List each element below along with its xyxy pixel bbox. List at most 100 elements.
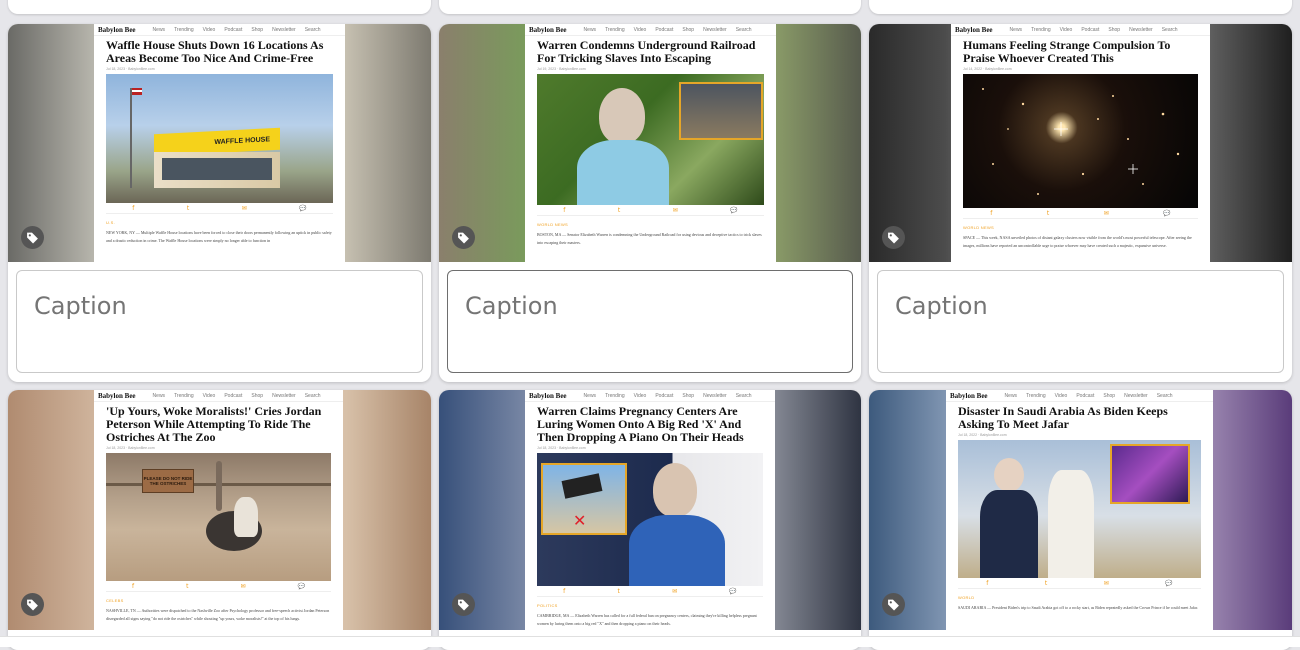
article-photo: ✕: [537, 453, 763, 586]
card-thumbnail[interactable]: Babylon Bee News Trending Video Podcast …: [439, 24, 861, 262]
site-navbar: Babylon Bee News Trending Video Podcast …: [525, 24, 776, 36]
nav-item-news: News: [1009, 26, 1023, 33]
share-row: f t ✉ 💬: [106, 203, 333, 214]
comment-icon[interactable]: 💬: [1163, 210, 1170, 217]
sign-text: PLEASE DO NOT RIDE THE OSTRICHES: [143, 476, 193, 486]
image-card[interactable]: Babylon Bee News Trending Video Podcast …: [8, 24, 431, 382]
article-body: BOSTON, MA — Senator Elizabeth Warren is…: [537, 232, 762, 245]
article-screenshot: Babylon Bee News Trending Video Podcast …: [94, 390, 343, 630]
nav-item-newsletter: Newsletter: [1129, 26, 1153, 33]
comment-icon[interactable]: 💬: [729, 588, 736, 595]
facebook-icon[interactable]: f: [563, 588, 565, 595]
article-photo: [958, 440, 1201, 578]
email-icon[interactable]: ✉: [1104, 210, 1109, 217]
article-photo: PLEASE DO NOT RIDE THE OSTRICHES: [106, 453, 331, 581]
twitter-icon[interactable]: t: [186, 583, 188, 590]
email-icon[interactable]: ✉: [1104, 580, 1109, 587]
card-thumbnail[interactable]: Babylon Bee News Trending Video Podcast …: [869, 390, 1292, 630]
image-card[interactable]: Babylon Bee News Trending Video Podcast …: [8, 390, 431, 650]
nav-item-trending: Trending: [174, 26, 194, 33]
email-icon[interactable]: ✉: [672, 588, 677, 595]
image-card[interactable]: Babylon Bee News Trending Video Podcast …: [869, 390, 1292, 650]
tag-icon[interactable]: [452, 226, 475, 249]
twitter-icon[interactable]: t: [618, 207, 620, 214]
caption-input[interactable]: Caption: [447, 270, 853, 373]
nav-item-video: Video: [202, 26, 216, 33]
tag-icon[interactable]: [452, 593, 475, 616]
image-card[interactable]: Babylon Bee News Trending Video Podcast …: [869, 24, 1292, 382]
email-icon[interactable]: ✉: [240, 583, 245, 590]
twitter-icon[interactable]: t: [1047, 210, 1049, 217]
article-photo: [537, 74, 764, 205]
article-byline: Jul 14, 2022 · BabylonBee.com: [963, 67, 1012, 71]
article-headline: Humans Feeling Strange Compulsion To Pra…: [963, 38, 1171, 65]
red-x-icon: ✕: [573, 511, 587, 530]
tag-icon[interactable]: [21, 226, 44, 249]
nav-item-shop: Shop: [251, 26, 264, 33]
site-navbar: Babylon Bee News Trending Video Podcast …: [94, 24, 345, 36]
card-thumbnail[interactable]: Babylon Bee News Trending Video Podcast …: [8, 390, 431, 630]
comment-icon[interactable]: 💬: [298, 583, 305, 590]
comment-icon[interactable]: 💬: [1165, 580, 1172, 587]
comment-icon[interactable]: 💬: [730, 207, 737, 214]
comment-icon[interactable]: 💬: [299, 205, 306, 212]
article-category: WORLD: [958, 595, 975, 600]
share-row: f t ✉ 💬: [958, 578, 1201, 589]
twitter-icon[interactable]: t: [618, 588, 620, 595]
caption-input[interactable]: Caption: [16, 270, 423, 373]
caption-input[interactable]: Caption: [877, 270, 1284, 373]
nav-item-podcast: Podcast: [1076, 392, 1095, 399]
site-navbar: Babylon Bee News Trending Video Podcast …: [951, 24, 1210, 36]
article-photo: WAFFLE HOUSE: [106, 74, 333, 203]
card-thumbnail[interactable]: Babylon Bee News Trending Video Podcast …: [8, 24, 431, 262]
article-byline: Jul 18, 2023 · BabylonBee.com: [106, 446, 155, 450]
caption-placeholder: Caption: [465, 292, 558, 320]
inset-photo: [679, 82, 763, 140]
article-body: NASHVILLE, TN — Authorities were dispatc…: [106, 608, 330, 621]
tag-icon[interactable]: [882, 226, 905, 249]
site-brand: Babylon Bee: [529, 391, 567, 400]
email-icon[interactable]: ✉: [242, 205, 247, 212]
facebook-icon[interactable]: f: [990, 210, 992, 217]
article-headline: Warren Condemns Underground Railroad For…: [537, 38, 756, 65]
nav-item-news: News: [152, 26, 166, 33]
article-screenshot: Babylon Bee News Trending Video Podcast …: [525, 390, 775, 630]
twitter-icon[interactable]: t: [1045, 580, 1047, 587]
facebook-icon[interactable]: f: [132, 205, 134, 212]
share-row: f t ✉ 💬: [537, 586, 763, 597]
card-thumbnail[interactable]: Babylon Bee News Trending Video Podcast …: [869, 24, 1292, 262]
facebook-icon[interactable]: f: [132, 583, 134, 590]
article-byline: Jul 18, 2022 · BabylonBee.com: [958, 433, 1007, 437]
nav-item-newsletter: Newsletter: [703, 26, 727, 33]
facebook-icon[interactable]: f: [986, 580, 988, 587]
nav-item-podcast: Podcast: [655, 392, 674, 399]
nav-item-trending: Trending: [605, 392, 625, 399]
tag-icon[interactable]: [882, 593, 905, 616]
article-byline: Jul 18, 2023 · BabylonBee.com: [106, 67, 155, 71]
article-headline: Disaster In Saudi Arabia As Biden Keeps …: [958, 404, 1168, 431]
previous-card-bottom: [439, 0, 861, 14]
twitter-icon[interactable]: t: [187, 205, 189, 212]
article-screenshot: Babylon Bee News Trending Video Podcast …: [946, 390, 1213, 630]
article-body: CAMBRIDGE, MA — Elizabeth Warren has cal…: [537, 613, 757, 626]
article-category: U.S.: [106, 220, 115, 225]
card-thumbnail[interactable]: Babylon Bee News Trending Video Podcast …: [439, 390, 861, 630]
image-card[interactable]: Babylon Bee News Trending Video Podcast …: [439, 24, 861, 382]
article-headline: Warren Claims Pregnancy Centers Are Luri…: [537, 404, 744, 444]
article-category: WORLD NEWS: [537, 222, 568, 227]
nav-item-shop: Shop: [1103, 392, 1116, 399]
nav-item-news: News: [583, 392, 597, 399]
tag-icon[interactable]: [21, 593, 44, 616]
nav-item-video: Video: [202, 392, 216, 399]
rider: [234, 497, 258, 537]
previous-card-bottom: [869, 0, 1292, 14]
article-headline: 'Up Yours, Woke Moralists!' Cries Jordan…: [106, 404, 322, 444]
share-row: f t ✉ 💬: [106, 581, 331, 592]
email-icon[interactable]: ✉: [673, 207, 678, 214]
person-shirt: [577, 140, 669, 205]
site-navbar: Babylon Bee News Trending Video Podcast …: [94, 390, 343, 402]
article-category: WORLD NEWS: [963, 225, 994, 230]
image-card[interactable]: Babylon Bee News Trending Video Podcast …: [439, 390, 861, 650]
facebook-icon[interactable]: f: [563, 207, 565, 214]
nav-item-newsletter: Newsletter: [272, 26, 296, 33]
